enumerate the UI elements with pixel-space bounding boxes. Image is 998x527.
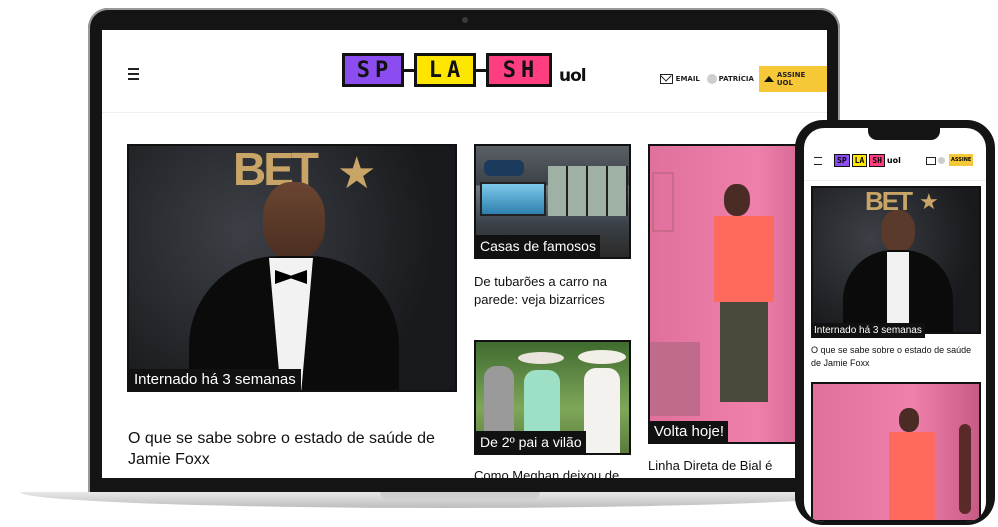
- person-right: [584, 368, 620, 453]
- laptop-notch: [380, 492, 540, 499]
- header-actions: EMAIL PATRÍCIA ASSINE UOL: [660, 66, 827, 92]
- subscribe-label: ASSINE: [951, 157, 972, 163]
- laptop-frame: SP LA SH uol EMAIL PATRÍCIA ASSINE UOL B…: [88, 8, 840, 496]
- splash-logo[interactable]: SP LA SH uol: [834, 154, 901, 167]
- logo-block-sh: SH: [486, 53, 552, 87]
- logo-block-sh: SH: [869, 154, 885, 167]
- aquarium: [480, 182, 546, 216]
- person-head: [724, 184, 750, 216]
- hamburger-icon[interactable]: [814, 157, 822, 165]
- logo-dash: [476, 68, 486, 72]
- star-icon: ★: [919, 190, 939, 215]
- logo-dash: [404, 68, 414, 72]
- article-headline[interactable]: Como Meghan deixou de: [474, 467, 624, 478]
- article-tag: Volta hoje!: [650, 421, 729, 442]
- article-card-meghan[interactable]: De 2º pai a vilão: [474, 340, 631, 455]
- hamburger-icon[interactable]: [128, 68, 139, 80]
- person-head: [263, 182, 325, 260]
- guitar: [959, 424, 971, 514]
- site-header: SP LA SH uol EMAIL PATRÍCIA ASSINE UOL: [102, 30, 827, 113]
- article-tag: Internado há 3 semanas: [811, 323, 925, 338]
- user-name-link[interactable]: PATRÍCIA: [719, 75, 754, 83]
- subscribe-button[interactable]: ASSINE: [949, 154, 974, 166]
- article-card-casas[interactable]: Casas de famosos: [474, 144, 631, 259]
- article-card-jamie-foxx[interactable]: BET ★ Internado há 3 semanas: [127, 144, 457, 392]
- webcam: [462, 17, 468, 23]
- crown-icon: [763, 76, 774, 82]
- logo-block-sp: SP: [834, 154, 850, 167]
- article-card-linha-direta[interactable]: [811, 382, 981, 522]
- article-headline[interactable]: De tubarões a carro na parede: veja biza…: [474, 273, 624, 309]
- mail-icon[interactable]: [926, 157, 936, 165]
- email-link[interactable]: EMAIL: [676, 75, 700, 83]
- subscribe-label: ASSINE UOL: [776, 71, 806, 87]
- frame-on-wall: [652, 172, 674, 232]
- splash-logo[interactable]: SP LA SH uol: [342, 52, 587, 88]
- logo-block-la: LA: [851, 154, 868, 167]
- phone-frame: SP LA SH uol ASSINE BET ★ Internado há 3…: [795, 120, 995, 525]
- bed: [650, 342, 700, 416]
- article-headline[interactable]: O que se sabe sobre o estado de saúde de…: [128, 428, 438, 470]
- user-avatar-icon[interactable]: [938, 157, 945, 164]
- mail-icon[interactable]: [660, 74, 673, 84]
- article-card-jamie-foxx[interactable]: BET ★: [811, 186, 981, 334]
- window: [548, 166, 628, 216]
- uol-logo: uol: [559, 66, 587, 86]
- article-tag: Internado há 3 semanas: [129, 369, 301, 390]
- hat-right: [578, 350, 626, 364]
- star-icon: ★: [337, 148, 377, 199]
- logo-block-sp: SP: [342, 53, 404, 87]
- person-legs: [720, 302, 768, 402]
- person-head: [881, 210, 915, 252]
- person-head: [899, 408, 919, 432]
- user-avatar-icon[interactable]: [706, 74, 717, 84]
- person-body: [714, 216, 774, 302]
- uol-logo: uol: [886, 156, 901, 165]
- logo-block-la: LA: [414, 53, 476, 87]
- car: [484, 160, 524, 176]
- person-body: [889, 432, 935, 520]
- subscribe-button[interactable]: ASSINE UOL: [758, 66, 827, 92]
- phone-header: SP LA SH uol ASSINE: [804, 142, 986, 181]
- person-shirt: [887, 252, 909, 332]
- laptop-screen: SP LA SH uol EMAIL PATRÍCIA ASSINE UOL B…: [102, 30, 827, 478]
- article-tag: De 2º pai a vilão: [476, 431, 586, 453]
- phone-screen: SP LA SH uol ASSINE BET ★ Internado há 3…: [804, 128, 986, 522]
- article-tag: Casas de famosos: [476, 235, 600, 257]
- phone-notch: [868, 128, 940, 140]
- article-headline[interactable]: O que se sabe sobre o estado de saúde de…: [811, 344, 979, 370]
- hat-center: [518, 352, 564, 364]
